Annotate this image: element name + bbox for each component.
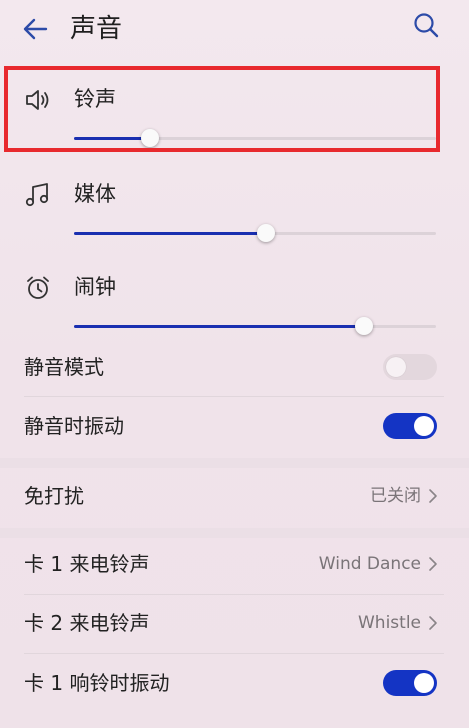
speaker-icon: [26, 90, 49, 110]
ringtone-label: 铃声: [74, 87, 116, 111]
chevron-right-icon: [429, 489, 437, 503]
vibrate-on-mute-toggle[interactable]: [383, 413, 437, 439]
sim1-ringtone-row[interactable]: 卡 1 来电铃声 Wind Dance: [0, 535, 469, 593]
alarm-volume-slider[interactable]: [74, 316, 436, 336]
sim1-vibrate-on-ring-toggle[interactable]: [383, 670, 437, 696]
slider-thumb[interactable]: [354, 317, 373, 335]
media-volume-slider[interactable]: [74, 223, 436, 243]
do-not-disturb-label: 免打扰: [24, 484, 84, 508]
page-title: 声音: [70, 14, 123, 44]
chevron-right-icon: [429, 616, 437, 630]
search-icon[interactable]: [411, 10, 441, 40]
vibrate-on-mute-label: 静音时振动: [24, 414, 124, 438]
media-label: 媒体: [74, 182, 116, 206]
sound-settings-screen: 声音 铃声 媒体 闹钟 静音模式 静音时振动 免打扰 已关闭 卡 1 来电铃声 …: [0, 0, 469, 728]
chevron-right-icon: [429, 557, 437, 571]
sim1-ringtone-value: Wind Dance: [318, 554, 421, 574]
mute-mode-toggle[interactable]: [383, 354, 437, 380]
alarm-clock-icon: [27, 276, 49, 299]
music-note-icon: [25, 183, 49, 207]
do-not-disturb-row[interactable]: 免打扰 已关闭: [0, 467, 469, 525]
media-volume-row: 媒体: [0, 165, 469, 257]
toggle-knob: [414, 673, 434, 693]
slider-fill: [74, 137, 151, 140]
mute-mode-label: 静音模式: [24, 355, 104, 379]
app-header: 声音: [0, 0, 469, 60]
alarm-label: 闹钟: [74, 275, 116, 299]
slider-thumb[interactable]: [141, 129, 160, 147]
ringtone-volume-row: 铃声: [0, 70, 469, 162]
alarm-volume-row: 闹钟: [0, 258, 469, 350]
vibrate-on-mute-row[interactable]: 静音时振动: [0, 397, 469, 455]
toggle-knob: [414, 416, 434, 436]
arrow-left-icon[interactable]: [20, 14, 50, 44]
slider-fill: [74, 232, 266, 235]
slider-fill: [74, 325, 364, 328]
do-not-disturb-value: 已关闭: [370, 486, 421, 506]
ringtone-volume-slider[interactable]: [74, 128, 436, 148]
sim1-ringtone-label: 卡 1 来电铃声: [24, 552, 150, 576]
sim2-ringtone-label: 卡 2 来电铃声: [24, 611, 150, 635]
sim1-vibrate-on-ring-row[interactable]: 卡 1 响铃时振动: [0, 654, 469, 712]
slider-thumb[interactable]: [256, 224, 275, 242]
mute-mode-row[interactable]: 静音模式: [0, 338, 469, 396]
sim1-vibrate-on-ring-label: 卡 1 响铃时振动: [24, 671, 170, 695]
sim2-ringtone-row[interactable]: 卡 2 来电铃声 Whistle: [0, 594, 469, 652]
toggle-knob: [386, 357, 406, 377]
sim2-ringtone-value: Whistle: [357, 613, 421, 633]
